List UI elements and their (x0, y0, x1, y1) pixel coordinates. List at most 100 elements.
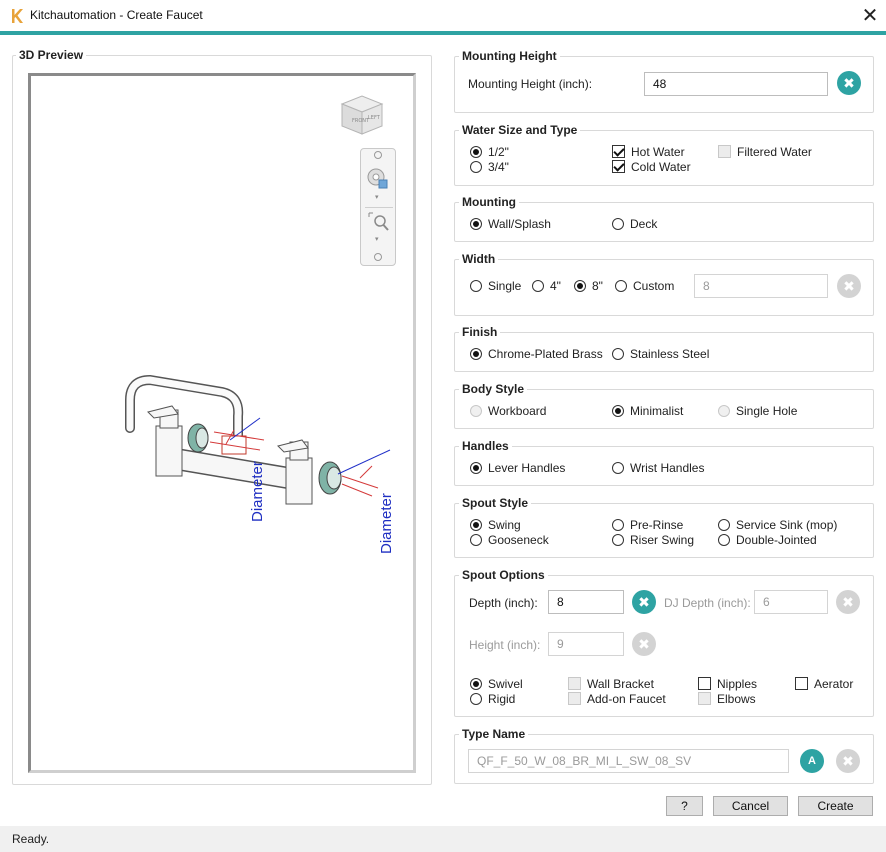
body-single-hole-radio[interactable] (718, 405, 730, 417)
status-text: Ready. (12, 832, 50, 846)
body-style-title: Body Style (459, 382, 528, 396)
viewcube-icon[interactable]: FRONT LEFT (338, 92, 386, 138)
body-minimalist-radio[interactable] (612, 405, 624, 417)
handles-title: Handles (459, 439, 512, 453)
finish-chrome-radio[interactable] (470, 348, 482, 360)
spout-gooseneck-radio[interactable] (470, 534, 482, 546)
nav-divider (365, 207, 393, 208)
height-clear-button[interactable]: ✖ (632, 632, 656, 656)
zoom-dropdown-icon[interactable]: ▾ (375, 235, 379, 243)
create-button[interactable]: Create (798, 796, 873, 816)
width-single-radio[interactable] (470, 280, 482, 292)
type-name-input[interactable]: QF_F_50_W_08_BR_MI_L_SW_08_SV (468, 749, 789, 773)
body-single-hole-label: Single Hole (736, 404, 798, 418)
filtered-water-label: Filtered Water (737, 145, 812, 159)
width-8-label: 8" (592, 279, 603, 293)
dj-depth-label: DJ Depth (inch): (664, 596, 751, 610)
mounting-wall-radio[interactable] (470, 218, 482, 230)
app-logo-icon (10, 8, 24, 24)
spout-pre-rinse-radio[interactable] (612, 519, 624, 531)
mounting-deck-label: Deck (630, 217, 658, 231)
window-title: Kitchautomation - Create Faucet (30, 8, 203, 22)
mounting-wall-label: Wall/Splash (488, 217, 551, 231)
wall-bracket-checkbox[interactable] (568, 677, 581, 690)
hot-water-checkbox[interactable] (612, 145, 625, 158)
spout-riser-swing-label: Riser Swing (630, 533, 695, 547)
width-custom-input[interactable]: 8 (694, 274, 828, 298)
rigid-radio[interactable] (470, 693, 482, 705)
spout-style-title: Spout Style (459, 496, 532, 510)
spout-gooseneck-label: Gooseneck (488, 533, 549, 547)
body-workboard-label: Workboard (488, 404, 547, 418)
hot-water-label: Hot Water (631, 145, 685, 159)
elbows-label: Elbows (717, 692, 756, 706)
handles-wrist-radio[interactable] (612, 462, 624, 474)
aerator-label: Aerator (814, 677, 854, 691)
width-8-radio[interactable] (574, 280, 586, 292)
faucet-3d-model: Diameter Diameter (125, 374, 395, 554)
title-accent-bar (0, 31, 886, 35)
height-input[interactable]: 9 (548, 632, 624, 656)
cancel-button[interactable]: Cancel (713, 796, 788, 816)
spout-double-jointed-label: Double-Jointed (736, 533, 817, 547)
swivel-radio[interactable] (470, 678, 482, 690)
nav-dropdown-icon[interactable]: ▾ (375, 193, 379, 201)
handles-wrist-label: Wrist Handles (630, 461, 705, 475)
nav-close-icon[interactable] (371, 150, 385, 160)
filtered-water-checkbox[interactable] (718, 145, 731, 158)
depth-input[interactable]: 8 (548, 590, 624, 614)
viewcube-left-label: LEFT (368, 115, 381, 121)
spout-swing-label: Swing (488, 518, 521, 532)
aerator-checkbox[interactable] (795, 677, 808, 690)
mounting-height-clear-button[interactable]: ✖ (837, 71, 861, 95)
mounting-deck-radio[interactable] (612, 218, 624, 230)
mounting-height-input[interactable]: 48 (644, 72, 828, 96)
spout-riser-swing-radio[interactable] (612, 534, 624, 546)
water-size-three-quarter-radio[interactable] (470, 161, 482, 173)
water-size-three-quarter-label: 3/4" (488, 160, 509, 174)
depth-clear-button[interactable]: ✖ (632, 590, 656, 614)
water-size-half-radio[interactable] (470, 146, 482, 158)
mounting-title: Mounting (459, 195, 519, 209)
finish-stainless-label: Stainless Steel (630, 347, 710, 361)
depth-label: Depth (inch): (469, 596, 538, 610)
width-custom-label: Custom (633, 279, 675, 293)
finish-stainless-radio[interactable] (612, 348, 624, 360)
status-bar (0, 826, 886, 852)
auto-name-button[interactable]: A (800, 749, 824, 773)
close-window-button[interactable]: ✕ (856, 3, 884, 29)
spout-double-jointed-radio[interactable] (718, 534, 730, 546)
elbows-checkbox[interactable] (698, 692, 711, 705)
spout-swing-radio[interactable] (470, 519, 482, 531)
dj-depth-input[interactable]: 6 (754, 590, 828, 614)
cold-water-checkbox[interactable] (612, 160, 625, 173)
nipples-checkbox[interactable] (698, 677, 711, 690)
handles-lever-label: Lever Handles (488, 461, 566, 475)
spout-service-sink-radio[interactable] (718, 519, 730, 531)
wall-bracket-label: Wall Bracket (587, 677, 654, 691)
water-size-half-label: 1/2" (488, 145, 509, 159)
nav-options-icon[interactable] (371, 252, 385, 262)
zoom-icon[interactable] (367, 211, 391, 233)
spout-pre-rinse-label: Pre-Rinse (630, 518, 684, 532)
width-clear-button[interactable]: ✖ (837, 274, 861, 298)
spout-service-sink-label: Service Sink (mop) (736, 518, 838, 532)
help-button[interactable]: ? (666, 796, 703, 816)
navigation-bar: ▾ ▾ (360, 148, 396, 266)
finish-title: Finish (459, 325, 501, 339)
rigid-label: Rigid (488, 692, 516, 706)
dimension-label-2: Diameter (378, 493, 395, 554)
type-name-clear-button[interactable]: ✖ (836, 749, 860, 773)
dj-depth-clear-button[interactable]: ✖ (836, 590, 860, 614)
handles-lever-radio[interactable] (470, 462, 482, 474)
height-label: Height (inch): (469, 638, 541, 652)
width-4-radio[interactable] (532, 280, 544, 292)
water-title: Water Size and Type (459, 123, 581, 137)
width-custom-radio[interactable] (615, 280, 627, 292)
body-minimalist-label: Minimalist (630, 404, 684, 418)
finish-chrome-label: Chrome-Plated Brass (488, 347, 603, 361)
addon-faucet-checkbox[interactable] (568, 692, 581, 705)
body-workboard-radio[interactable] (470, 405, 482, 417)
steering-wheel-icon[interactable] (365, 165, 391, 191)
swivel-label: Swivel (488, 677, 523, 691)
